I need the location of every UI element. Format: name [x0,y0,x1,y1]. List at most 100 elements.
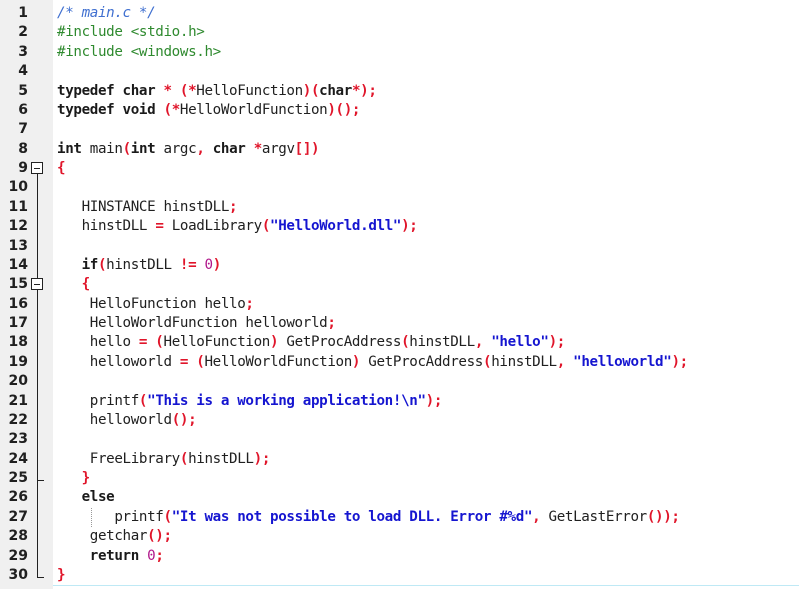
fold-guide-main [37,174,38,578]
code-line[interactable]: 10 [0,178,803,197]
token-str: "HelloWorld.dll" [270,218,402,235]
code-line[interactable]: 5 typedef char * (*HelloFunction)(char*); [0,82,803,101]
line-number: 18 [8,334,28,351]
line-number: 27 [8,508,28,525]
code-line[interactable]: 1 /* main.c */ [0,4,803,23]
token-op: } [57,566,66,583]
line-number: 4 [18,63,28,80]
code-line[interactable]: 3 #include <windows.h> [0,43,803,62]
token-id: hinstDLL [409,334,475,351]
token-op: *); [351,82,377,99]
token-pre: #include <windows.h> [57,43,221,60]
code-line[interactable]: 27 printf("It was not possible to load D… [0,508,803,527]
fold-end-main [37,577,44,578]
code-text: HINSTANCE hinstDLL; [57,198,238,217]
code-line[interactable]: 28 getchar(); [0,527,803,546]
code-line[interactable]: 4 [0,62,803,81]
line-number: 21 [8,392,28,409]
code-text: #include <stdio.h> [57,23,205,42]
token-op: { [57,160,66,176]
code-editor[interactable]: 1 /* main.c */ 2 #include <stdio.h> 3 #includ… [0,0,803,589]
token-id: helloworld [57,411,172,428]
code-text: getchar(); [57,527,172,546]
code-text: { [57,159,66,178]
fold-toggle-if-icon[interactable] [31,278,43,290]
code-line[interactable]: 20 [0,372,803,391]
fold-toggle-main-icon[interactable] [31,162,43,174]
code-line[interactable]: 21 printf("This is a working application… [0,392,803,411]
code-line[interactable]: 14 if(hinstDLL != 0) [0,256,803,275]
token-id: GetProcAddress [286,334,402,351]
token-id: GetProcAddress [368,353,483,370]
line-number: 17 [8,315,28,331]
indent-guide [91,508,92,527]
code-line[interactable]: 13 [0,237,803,256]
code-line[interactable]: 15 { [0,275,803,294]
code-line[interactable]: 16 HelloFunction hello; [0,295,803,314]
code-line[interactable]: 26 else [0,488,803,507]
token-op: []) [294,140,320,157]
token-op: (); [147,528,172,545]
token-id: hinstDLL [188,450,254,467]
token-op: ); [671,353,688,370]
code-text: /* main.c */ [57,4,156,23]
token-op: ( [482,353,492,370]
code-text: typedef void (*HelloWorldFunction)(); [57,101,360,120]
token-op: ); [401,218,418,235]
token-op: ); [253,450,271,467]
line-number: 22 [8,411,28,428]
code-text: } [57,469,91,488]
token-op: ( [261,218,271,235]
code-text: if(hinstDLL != 0) [57,256,222,275]
code-text: { [57,275,91,294]
code-text: printf("It was not possible to load DLL.… [57,508,680,527]
token-kw: typedef void [57,101,164,118]
code-line[interactable]: 22 helloworld(); [0,411,803,430]
code-line[interactable]: 24 FreeLibrary(hinstDLL); [0,450,803,469]
line-number: 16 [8,295,28,312]
code-line[interactable]: 6 typedef void (*HelloWorldFunction)(); [0,101,803,120]
line-number: 7 [18,121,28,138]
token-id: HelloWorldFunction [179,101,328,118]
line-number: 24 [8,450,28,467]
token-op: ( [138,392,148,409]
token-op: , [532,508,549,525]
code-line[interactable]: 11 HINSTANCE hinstDLL; [0,198,803,217]
code-line[interactable]: 23 [0,430,803,449]
token-op: * [253,140,263,157]
code-line[interactable]: 29 return 0; [0,547,803,566]
code-line[interactable]: 8 int main(int argc, char *argv[]) [0,140,803,159]
code-line[interactable]: 12 hinstDLL = LoadLibrary("HelloWorld.dl… [0,217,803,236]
code-line[interactable]: 17 HelloWorldFunction helloworld; [0,314,803,333]
code-line[interactable]: 7 [0,120,803,139]
token-id: main [89,140,123,157]
token-op: ; [155,547,164,564]
token-id: hinstDLL [491,353,557,370]
code-text: helloworld = (HelloWorldFunction) GetPro… [57,353,688,372]
code-text: HelloFunction hello; [57,295,254,314]
token-op: } [57,470,91,486]
token-id: printf [57,508,164,525]
token-op: ; [245,295,254,312]
token-op: != [179,256,205,273]
token-op: ( [179,450,189,467]
code-lines[interactable]: 1 /* main.c */ 2 #include <stdio.h> 3 #includ… [0,4,803,585]
code-line[interactable]: 2 #include <stdio.h> [0,23,803,42]
line-number: 28 [8,528,28,545]
token-op: ( [97,256,107,273]
code-line[interactable]: 25 } [0,469,803,488]
code-line[interactable]: 19 helloworld = (HelloWorldFunction) Get… [0,353,803,372]
line-number: 6 [18,101,28,118]
token-op: ; [327,315,336,331]
token-id: HelloFunction hello [57,295,246,312]
fold-end-if [37,480,44,481]
token-kw: int [57,140,90,157]
line-number: 8 [18,140,28,157]
code-line[interactable]: 18 hello = (HelloFunction) GetProcAddres… [0,333,803,352]
token-id: getchar [57,528,148,545]
code-line[interactable]: 30} [0,566,803,585]
code-text: #include <windows.h> [57,43,221,62]
code-text: } [57,566,66,585]
code-line[interactable]: 9{ [0,159,803,178]
line-number: 20 [8,373,28,390]
